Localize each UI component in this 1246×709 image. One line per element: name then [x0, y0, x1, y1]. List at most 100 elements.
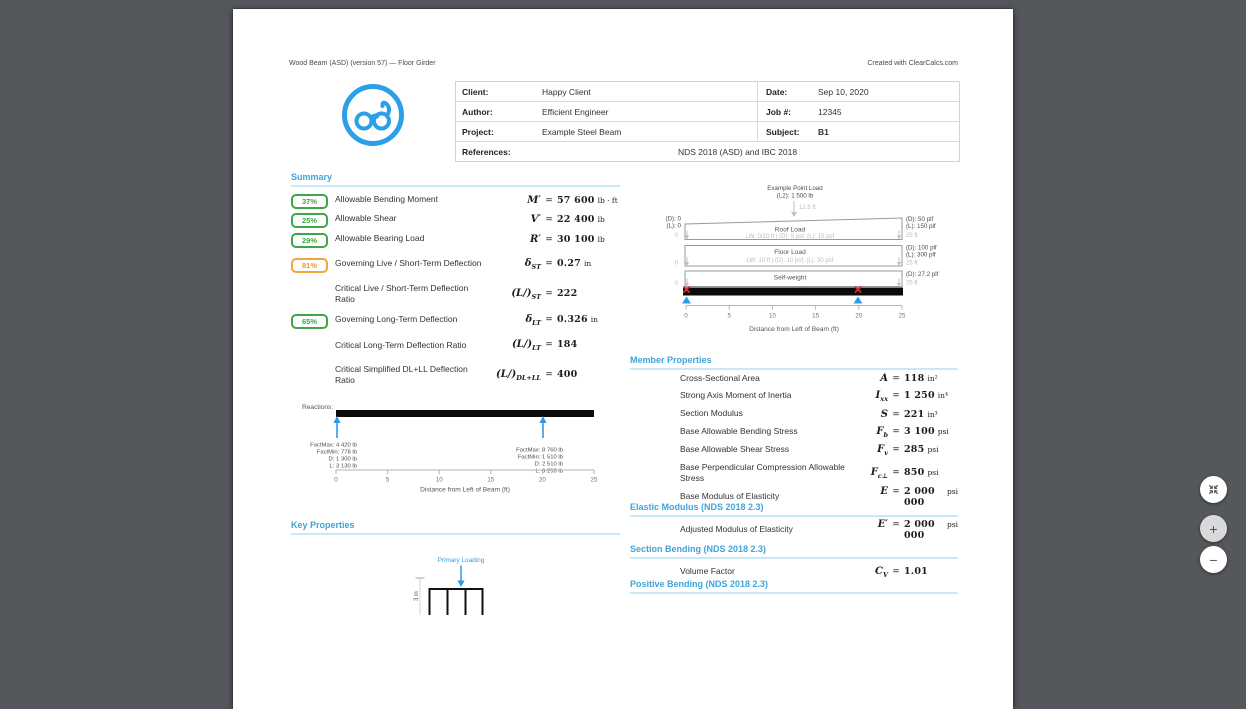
info-label: Subject: — [758, 127, 818, 137]
minus-icon: − — [1209, 553, 1217, 567]
svg-text:20: 20 — [539, 477, 546, 484]
load-diagram: Example Point Load (L2): 1 500 lb 12.5 f… — [630, 180, 960, 340]
property-row: Base Perpendicular Compression Allowable… — [630, 459, 958, 487]
calc-section: Elastic Modulus (NDS 2018 2.3)Adjusted M… — [630, 502, 958, 539]
value-unit: psi — [947, 520, 958, 529]
svg-text:L: 6 250 lb: L: 6 250 lb — [535, 469, 563, 475]
member-properties-rows: Cross-Sectional AreaA=118in²Strong Axis … — [630, 370, 958, 507]
info-label: Project: — [456, 127, 542, 137]
math-subscript: DL+LL — [516, 374, 541, 382]
reactions-title: Reactions: — [302, 404, 333, 411]
value-expression: V′=22 400lb — [487, 214, 623, 225]
summary-row: Critical Long-Term Deflection Ratio(L/)L… — [291, 331, 623, 360]
value-number: 2 000 000 — [904, 519, 944, 541]
equals-sign: = — [541, 196, 557, 206]
value-expression: R′=30 100lb — [487, 234, 623, 245]
equals-sign: = — [541, 289, 557, 299]
value-number: 184 — [557, 339, 577, 350]
math-symbol: δLT — [487, 314, 541, 327]
summary-rows: 37%Allowable Bending MomentM′=57 600lb ·… — [291, 191, 623, 390]
math-symbol: E — [848, 486, 888, 497]
summary-row: Critical Live / Short-Term Deflection Ra… — [291, 279, 623, 309]
info-label: Client: — [456, 87, 542, 97]
calc-section: Positive Bending (NDS 2018 2.3) — [630, 579, 958, 594]
value-number: 3 100 — [904, 426, 935, 437]
info-label: References: — [456, 147, 542, 157]
primary-loading-label: Primary Loading — [438, 557, 485, 564]
value-expression: δLT=0.326in — [487, 314, 623, 327]
info-value: Example Steel Beam — [542, 127, 621, 137]
pin-support-left-icon — [682, 297, 691, 304]
value-expression: S=221in³ — [848, 409, 958, 420]
svg-text:25: 25 — [591, 477, 598, 484]
summary-row-label: Critical Simplified DL+LL Deflection Rat… — [335, 364, 487, 386]
value-number: 30 100 — [557, 234, 595, 245]
info-value: Happy Client — [542, 87, 591, 97]
equals-sign: = — [888, 391, 904, 401]
calc-section: Section Bending (NDS 2018 2.3)Volume Fac… — [630, 544, 958, 581]
value-expression: A=118in² — [848, 373, 958, 384]
svg-text:Self-weight: Self-weight — [774, 275, 807, 282]
math-symbol: δST — [487, 258, 541, 271]
info-value: NDS 2018 (ASD) and IBC 2018 — [678, 147, 797, 157]
math-symbol: Fb — [848, 426, 888, 439]
svg-text:(D): 27.2 plf: (D): 27.2 plf — [906, 271, 939, 278]
value-number: 221 — [904, 409, 924, 420]
summary-row-label: Critical Live / Short-Term Deflection Ra… — [335, 283, 487, 305]
math-symbol: Fc⊥ — [848, 467, 888, 480]
info-value: Sep 10, 2020 — [818, 87, 869, 97]
utilization-badge: 37% — [291, 194, 328, 209]
value-unit: lb — [598, 215, 605, 224]
svg-text:0: 0 — [675, 281, 679, 287]
document-title: Wood Beam (ASD) (version 57) — Floor Gir… — [289, 60, 436, 67]
value-unit: in — [584, 259, 591, 268]
info-table-row-references: References: NDS 2018 (ASD) and IBC 2018 — [456, 142, 959, 161]
math-subscript: LT — [532, 344, 541, 352]
svg-text:(D): 50 plf: (D): 50 plf — [906, 216, 933, 223]
info-value: B1 — [818, 127, 829, 137]
beam-bar — [683, 288, 903, 296]
fit-to-screen-button[interactable] — [1200, 476, 1227, 503]
value-unit: lb · ft — [598, 196, 618, 205]
equals-sign: = — [888, 520, 904, 530]
zoom-out-button[interactable]: − — [1200, 546, 1227, 573]
value-expression: Ixx=1 250in⁴ — [848, 390, 958, 403]
zoom-in-button[interactable]: + — [1200, 515, 1227, 542]
property-row: Base Allowable Bending StressFb=3 100psi — [630, 423, 958, 441]
math-symbol: (L/)ST — [487, 288, 541, 301]
section-diagram: Primary Loading 3 in — [395, 545, 535, 615]
clearcalcs-logo — [341, 83, 405, 147]
value-unit: lb — [598, 235, 605, 244]
utilization-badge: 65% — [291, 314, 328, 329]
property-row-label: Volume Factor — [680, 566, 848, 577]
equals-sign: = — [541, 259, 557, 269]
reaction-arrow-left-icon — [333, 416, 340, 438]
property-row: Base Allowable Shear StressFv=285psi — [630, 441, 958, 459]
summary-row-label: Allowable Shear — [335, 213, 487, 224]
svg-text:15: 15 — [487, 477, 494, 484]
svg-text:(L): 150 plf: (L): 150 plf — [906, 223, 936, 230]
value-unit: in⁴ — [938, 391, 948, 400]
svg-text:5: 5 — [386, 477, 390, 484]
svg-text:15: 15 — [812, 313, 819, 320]
document-canvas[interactable]: Wood Beam (ASD) (version 57) — Floor Gir… — [0, 0, 1246, 600]
math-symbol: E′ — [848, 519, 888, 530]
svg-text:0: 0 — [334, 477, 338, 484]
svg-text:L: 3 130 lb: L: 3 130 lb — [329, 464, 357, 470]
value-number: 0.326 — [557, 314, 588, 325]
summary-row: 29%Allowable Bearing LoadR′=30 100lb — [291, 229, 623, 249]
summary-heading: Summary — [291, 172, 620, 187]
equals-sign: = — [888, 445, 904, 455]
reactions-axis-label: Distance from Left of Beam (ft) — [420, 487, 510, 494]
property-row: Section ModulusS=221in³ — [630, 405, 958, 423]
utilization-badge: 25% — [291, 213, 328, 228]
value-expression: δST=0.27in — [487, 258, 623, 271]
equals-sign: = — [888, 567, 904, 577]
svg-text:FactMax: 8 760 lb: FactMax: 8 760 lb — [516, 448, 564, 454]
info-value: Efficient Engineer — [542, 107, 608, 117]
value-number: 1.01 — [904, 566, 928, 577]
utilization-badge: 81% — [291, 258, 328, 273]
equals-sign: = — [541, 340, 557, 350]
value-unit: psi — [927, 468, 938, 477]
equals-sign: = — [888, 487, 904, 497]
